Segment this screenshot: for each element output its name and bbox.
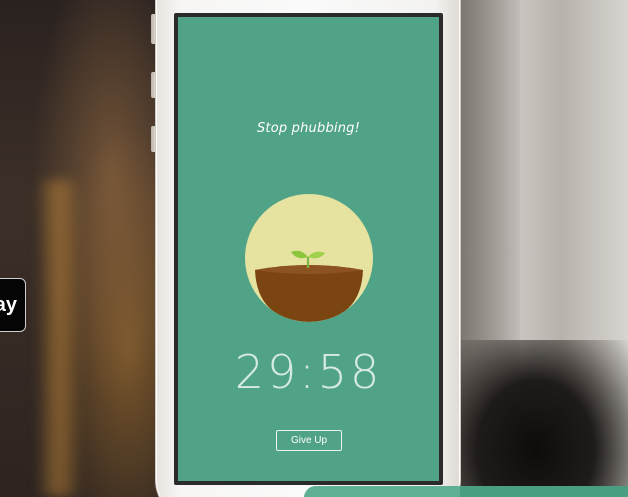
sprout-in-bowl-icon bbox=[245, 194, 373, 322]
app-screen: Stop phubbing! 29:58 Give Up bbox=[178, 17, 439, 481]
app-store-badge[interactable]: ay bbox=[0, 278, 26, 332]
give-up-button[interactable]: Give Up bbox=[276, 430, 342, 451]
store-badge-text: ay bbox=[0, 294, 17, 316]
promo-scene: ay Stop phubbing! 29:58 Give Up bbox=[0, 0, 628, 497]
blurred-chair-post bbox=[40, 180, 78, 497]
bottom-banner-edge-highlight bbox=[304, 486, 460, 497]
blurred-background-left bbox=[0, 0, 160, 497]
blurred-person-silhouette bbox=[460, 340, 628, 497]
tagline: Stop phubbing! bbox=[256, 121, 361, 136]
countdown-timer: 29:58 bbox=[234, 345, 383, 399]
